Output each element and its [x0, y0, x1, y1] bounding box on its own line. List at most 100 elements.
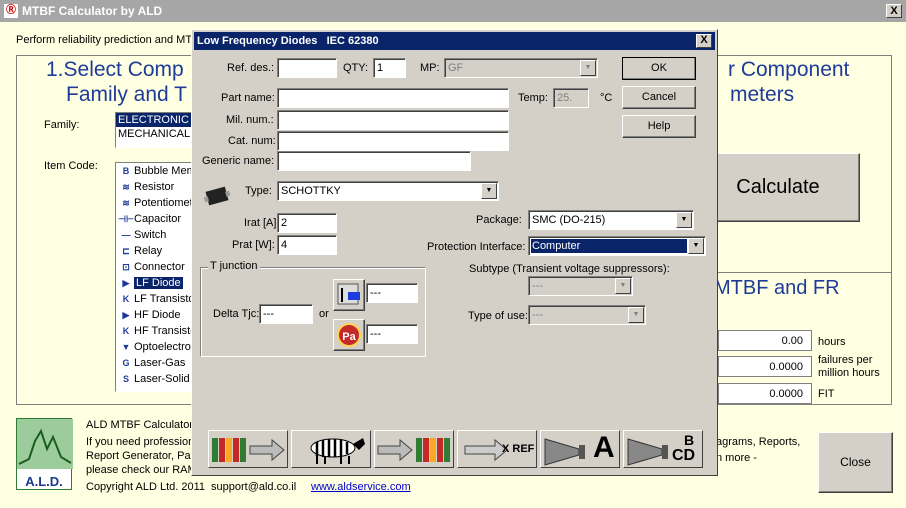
- window-close-button[interactable]: X: [886, 4, 902, 18]
- zebra-icon: [310, 438, 365, 464]
- letter-b: B: [684, 432, 695, 448]
- type-select[interactable]: SCHOTTKY ▼: [277, 181, 499, 201]
- footer-line2: Report Generator, Para: [86, 450, 201, 462]
- type-of-use-select[interactable]: --- ▼: [528, 305, 646, 325]
- website-link[interactable]: www.aldservice.com: [311, 481, 411, 493]
- power-button[interactable]: Pa: [333, 319, 365, 351]
- laser-solid-icon: S: [122, 374, 129, 384]
- item-laser-solid[interactable]: S Laser-Solid: [116, 371, 194, 387]
- chevron-down-icon: ▼: [676, 212, 692, 228]
- relay-icon: ⊏: [122, 246, 130, 256]
- protection-select[interactable]: Computer ▼: [528, 236, 706, 256]
- prat-input[interactable]: 4: [277, 235, 337, 255]
- subtype-select[interactable]: --- ▼: [528, 276, 633, 296]
- diode-icon: ▶: [122, 278, 130, 288]
- library-arrow-icon: [212, 438, 285, 462]
- family-label: Family:: [44, 119, 80, 131]
- results-title: MTBF and FR: [714, 277, 840, 299]
- item-switch[interactable]: — Switch: [116, 227, 194, 243]
- list-to-books-button[interactable]: [374, 430, 454, 468]
- qty-label: QTY:: [343, 62, 369, 74]
- chevron-down-icon: ▼: [688, 238, 704, 254]
- zebra-button[interactable]: [291, 430, 371, 468]
- intro-text: Perform reliability prediction and MTB: [16, 34, 200, 46]
- footer-line1: If you need professiona: [86, 436, 201, 448]
- fit-unit: FIT: [818, 388, 835, 400]
- chevron-down-icon: ▼: [615, 278, 631, 294]
- books-to-list-button[interactable]: [208, 430, 288, 468]
- power-dissipation-icon: Pa: [337, 323, 361, 347]
- item-bubble-memory[interactable]: BBubble Memory: [116, 163, 194, 179]
- family-list[interactable]: ELECTRONIC MECHANICAL: [115, 112, 195, 148]
- laser-gas-icon: G: [122, 358, 130, 368]
- support-email: support@ald.co.il: [211, 481, 297, 493]
- tjcase-input[interactable]: ---: [366, 283, 418, 303]
- find-by-code-button[interactable]: B CD: [623, 430, 703, 468]
- chevron-down-icon: ▼: [481, 183, 497, 199]
- cancel-button[interactable]: Cancel: [622, 86, 696, 109]
- mp-select[interactable]: GF ▼: [444, 58, 598, 78]
- package-select[interactable]: SMC (DO-215) ▼: [528, 210, 694, 230]
- connector-icon: ⊡: [122, 262, 130, 272]
- find-by-name-button[interactable]: A: [540, 430, 620, 468]
- calculate-button[interactable]: Calculate: [696, 153, 860, 222]
- or-label: or: [319, 308, 329, 320]
- flashlight-icon: [544, 438, 585, 466]
- t-junction-label: T junction: [208, 260, 260, 272]
- tjcase-button[interactable]: [333, 279, 365, 311]
- flashlight-icon: [627, 438, 668, 466]
- dialog-close-button[interactable]: X: [696, 34, 712, 48]
- protection-label: Protection Interface:: [427, 241, 526, 253]
- step2-line1: r Component: [728, 58, 850, 81]
- item-optoelectronic[interactable]: ▼Optoelectronic: [116, 339, 194, 355]
- footer-line3: please check our RAM: [86, 464, 197, 476]
- xref-label: X REF: [502, 443, 535, 455]
- item-relay[interactable]: ⊏ Relay: [116, 243, 194, 259]
- ref-des-input[interactable]: [277, 58, 337, 78]
- lf-diode-dialog: Low Frequency Diodes IEC 62380 X Ref. de…: [191, 29, 718, 476]
- temp-input[interactable]: 25.: [553, 88, 589, 108]
- item-laser-gas[interactable]: G Laser-Gas: [116, 355, 194, 371]
- ref-des-label: Ref. des.:: [227, 62, 275, 74]
- footer-right1: agrams, Reports,: [716, 436, 801, 448]
- generic-name-label: Generic name:: [202, 155, 275, 167]
- item-connector[interactable]: ⊡ Connector: [116, 259, 194, 275]
- failure-rate-value: 0.0000: [718, 356, 812, 377]
- ald-logo: A.L.D.: [16, 418, 73, 490]
- family-item-electronic[interactable]: ELECTRONIC: [116, 113, 194, 127]
- family-item-mechanical[interactable]: MECHANICAL: [116, 127, 194, 141]
- type-of-use-label: Type of use:: [468, 310, 528, 322]
- ald-logo-graph-icon: [17, 419, 73, 469]
- mil-num-input[interactable]: [277, 110, 509, 130]
- divider: [718, 272, 892, 273]
- item-potentiometer[interactable]: ≋Potentiometer: [116, 195, 194, 211]
- potentiometer-icon: ≋: [122, 198, 130, 208]
- part-name-input[interactable]: [277, 88, 509, 108]
- item-capacitor[interactable]: ⊣⊢Capacitor: [116, 211, 194, 227]
- item-lf-diode[interactable]: ▶ LF Diode: [116, 275, 194, 291]
- transistor-icon: K: [122, 326, 130, 336]
- close-button[interactable]: Close: [818, 432, 893, 493]
- type-label: Type:: [245, 185, 272, 197]
- chevron-down-icon: ▼: [580, 60, 596, 76]
- item-code-list[interactable]: BBubble Memory ≋Resistor ≋Potentiometer …: [115, 162, 195, 392]
- dialog-title: Low Frequency Diodes IEC 62380: [197, 35, 379, 47]
- item-lf-transistor[interactable]: K LF Transistor: [116, 291, 194, 307]
- fit-value: 0.0000: [718, 383, 812, 404]
- item-hf-diode[interactable]: ▶ HF Diode: [116, 307, 194, 323]
- xref-button[interactable]: X REF: [457, 430, 537, 468]
- delta-tjc-input[interactable]: ---: [259, 304, 313, 324]
- help-button[interactable]: Help: [622, 115, 696, 138]
- chevron-down-icon: ▼: [628, 307, 644, 323]
- pa-input[interactable]: ---: [366, 324, 418, 344]
- generic-name-input[interactable]: [277, 151, 471, 171]
- ok-button[interactable]: OK: [622, 57, 696, 80]
- item-hf-transistor[interactable]: K HF Transistor: [116, 323, 194, 339]
- prat-label: Prat [W]:: [232, 239, 275, 251]
- optoelectronic-icon: ▼: [121, 342, 131, 352]
- qty-input[interactable]: 1: [373, 58, 406, 78]
- cat-num-input[interactable]: [277, 131, 509, 151]
- irat-input[interactable]: 2: [277, 213, 337, 233]
- switch-icon: —: [121, 230, 131, 240]
- item-resistor[interactable]: ≋ Resistor: [116, 179, 194, 195]
